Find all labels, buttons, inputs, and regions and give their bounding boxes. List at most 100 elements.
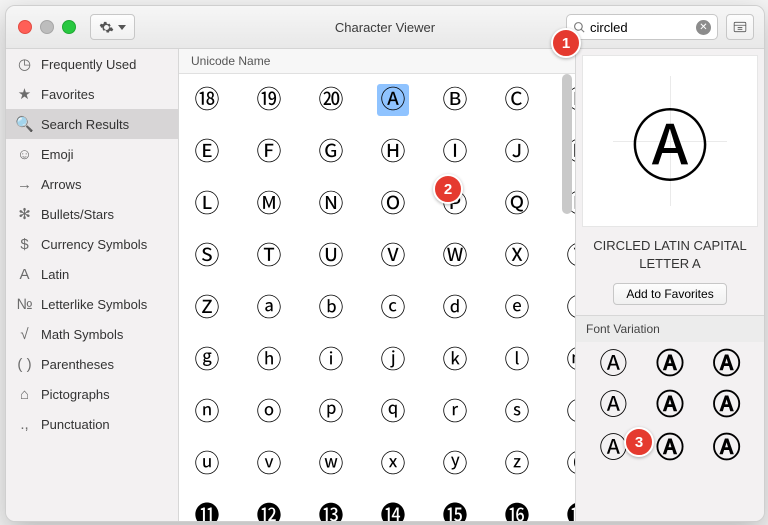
character-cell[interactable]: ⓛ <box>501 344 533 376</box>
character-cell[interactable]: Ⓝ <box>315 188 347 220</box>
sidebar-item-latin[interactable]: ALatin <box>6 259 178 289</box>
character-cell[interactable]: Ⓕ <box>253 136 285 168</box>
character-cell[interactable]: ⓐ <box>253 292 285 324</box>
character-cell[interactable]: ⓝ <box>191 396 223 428</box>
character-cell[interactable]: Ⓞ <box>377 188 409 220</box>
character-cell[interactable]: Ⓣ <box>253 240 285 272</box>
font-variation-cell[interactable]: Ⓐ <box>707 434 746 462</box>
zoom-window-button[interactable] <box>62 20 76 34</box>
character-cell[interactable]: ⓭ <box>315 500 347 521</box>
search-field[interactable]: ✕ <box>566 14 718 40</box>
sidebar-item-punctuation[interactable]: .,Punctuation <box>6 409 178 439</box>
character-cell[interactable]: ⓪ <box>563 448 575 480</box>
character-cell[interactable]: ⑱ <box>191 84 223 116</box>
minimize-window-button[interactable] <box>40 20 54 34</box>
character-cell[interactable]: ⓬ <box>253 500 285 521</box>
detail-panel: Ⓐ CIRCLED LATIN CAPITAL LETTER A Add to … <box>576 49 764 521</box>
character-cell[interactable]: ⓙ <box>377 344 409 376</box>
preview-glyph: Ⓐ <box>631 85 709 197</box>
character-cell[interactable]: Ⓢ <box>191 240 223 272</box>
add-to-favorites-button[interactable]: Add to Favorites <box>613 283 726 305</box>
character-cell[interactable]: Ⓔ <box>191 136 223 168</box>
character-cell[interactable]: ⓣ <box>563 396 575 428</box>
font-variation-cell[interactable]: Ⓐ <box>707 350 746 378</box>
font-variation-cell[interactable]: Ⓐ <box>651 434 690 462</box>
character-cell[interactable]: ⓑ <box>315 292 347 324</box>
character-cell[interactable]: Ⓧ <box>501 240 533 272</box>
sidebar-item-label: Frequently Used <box>41 57 136 72</box>
character-cell[interactable]: Ⓜ <box>253 188 285 220</box>
character-cell[interactable]: ⓤ <box>191 448 223 480</box>
character-cell[interactable]: ⓮ <box>377 500 409 521</box>
character-cell[interactable]: ⓯ <box>439 500 471 521</box>
toggle-compact-button[interactable] <box>726 14 754 40</box>
font-variation-cell[interactable]: Ⓐ <box>594 350 633 378</box>
character-cell[interactable]: Ⓠ <box>501 188 533 220</box>
sidebar-item-frequently-used[interactable]: ◷Frequently Used <box>6 49 178 79</box>
character-cell[interactable]: ⓱ <box>563 500 575 521</box>
character-cell[interactable]: ⓞ <box>253 396 285 428</box>
character-cell[interactable]: ⓩ <box>501 448 533 480</box>
grid-scrollbar[interactable] <box>562 74 572 214</box>
sidebar-item-label: Emoji <box>41 147 74 162</box>
search-input[interactable] <box>586 20 696 35</box>
character-cell[interactable]: ⓥ <box>253 448 285 480</box>
character-cell[interactable]: Ⓥ <box>377 240 409 272</box>
character-cell[interactable]: Ⓙ <box>501 136 533 168</box>
sidebar-item-arrows[interactable]: →Arrows <box>6 169 178 199</box>
font-variation-cell[interactable]: Ⓐ <box>651 350 690 378</box>
character-cell[interactable]: Ⓒ <box>501 84 533 116</box>
character-cell[interactable]: Ⓘ <box>439 136 471 168</box>
character-cell[interactable]: Ⓨ <box>563 240 575 272</box>
character-cell[interactable]: ⓡ <box>439 396 471 428</box>
close-window-button[interactable] <box>18 20 32 34</box>
character-cell[interactable]: ⓰ <box>501 500 533 521</box>
character-cell[interactable]: ⓨ <box>439 448 471 480</box>
character-cell[interactable]: ⓘ <box>315 344 347 376</box>
sidebar-item-search-results[interactable]: 🔍Search Results <box>6 109 178 139</box>
grid-heading: Unicode Name <box>179 49 575 74</box>
character-cell[interactable]: Ⓖ <box>315 136 347 168</box>
sidebar-item-label: Currency Symbols <box>41 237 147 252</box>
sidebar-item-bullets-stars[interactable]: ✻Bullets/Stars <box>6 199 178 229</box>
sidebar-item-math-symbols[interactable]: √Math Symbols <box>6 319 178 349</box>
clear-search-button[interactable]: ✕ <box>696 20 711 35</box>
character-cell[interactable]: ⓦ <box>315 448 347 480</box>
character-cell[interactable]: Ⓦ <box>439 240 471 272</box>
character-cell[interactable]: ⓔ <box>501 292 533 324</box>
character-cell[interactable]: ⓚ <box>439 344 471 376</box>
character-cell[interactable]: Ⓩ <box>191 292 223 324</box>
expand-icon <box>733 21 747 33</box>
character-cell[interactable]: Ⓐ <box>377 84 409 116</box>
sidebar-item-letterlike-symbols[interactable]: №Letterlike Symbols <box>6 289 178 319</box>
character-cell[interactable]: Ⓤ <box>315 240 347 272</box>
sidebar-item-favorites[interactable]: ★Favorites <box>6 79 178 109</box>
action-menu-button[interactable] <box>90 14 135 40</box>
character-cell[interactable]: ⑳ <box>315 84 347 116</box>
character-cell[interactable]: ⓢ <box>501 396 533 428</box>
sidebar-item-parentheses[interactable]: ( )Parentheses <box>6 349 178 379</box>
character-cell[interactable]: ⓕ <box>563 292 575 324</box>
character-cell[interactable]: Ⓗ <box>377 136 409 168</box>
character-cell[interactable]: ⓟ <box>315 396 347 428</box>
character-cell[interactable]: ⓫ <box>191 500 223 521</box>
sidebar-item-emoji[interactable]: ☺Emoji <box>6 139 178 169</box>
font-variation-cell[interactable]: Ⓐ <box>594 392 633 420</box>
font-variation-grid: ⒶⒶⒶⒶⒶⒶⒶⒶⒶ <box>576 342 764 470</box>
sidebar-item-pictographs[interactable]: ⌂Pictographs <box>6 379 178 409</box>
character-cell[interactable]: ⓖ <box>191 344 223 376</box>
character-cell[interactable]: ⓜ <box>563 344 575 376</box>
character-cell[interactable]: ⓒ <box>377 292 409 324</box>
font-variation-cell[interactable]: Ⓐ <box>651 392 690 420</box>
character-cell[interactable]: ⑲ <box>253 84 285 116</box>
character-cell[interactable]: ⓗ <box>253 344 285 376</box>
character-cell[interactable]: ⓧ <box>377 448 409 480</box>
character-cell[interactable]: ⓠ <box>377 396 409 428</box>
character-cell[interactable]: ⓓ <box>439 292 471 324</box>
sidebar-item-currency-symbols[interactable]: $Currency Symbols <box>6 229 178 259</box>
font-variation-cell[interactable]: Ⓐ <box>707 392 746 420</box>
sidebar-item-label: Latin <box>41 267 69 282</box>
picto-icon: ⌂ <box>16 386 33 403</box>
character-cell[interactable]: Ⓑ <box>439 84 471 116</box>
character-cell[interactable]: Ⓛ <box>191 188 223 220</box>
